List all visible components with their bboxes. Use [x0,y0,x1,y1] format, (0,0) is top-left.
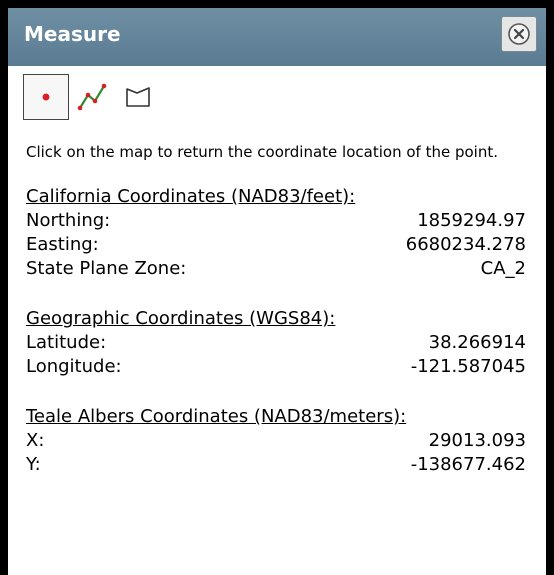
close-button[interactable] [501,16,537,52]
geographic-title: Geographic Coordinates (WGS84): [26,308,336,329]
point-tool-button[interactable] [23,74,69,120]
northing-value: 1859294.97 [417,210,526,231]
measure-results: Click on the map to return the coordinat… [26,142,526,503]
y-label: Y: [26,454,41,475]
northing-label: Northing: [26,210,111,231]
panel-header: Measure [8,8,546,66]
polygon-icon [126,87,150,107]
easting-value: 6680234.278 [405,234,526,255]
y-value: -138677.462 [410,454,526,475]
measure-toolbar [8,66,546,126]
point-icon [41,92,51,102]
zone-label: State Plane Zone: [26,258,187,279]
latitude-label: Latitude: [26,332,107,353]
y-row: Y: -138677.462 [26,453,526,477]
easting-row: Easting: 6680234.278 [26,233,526,257]
california-section: California Coordinates (NAD83/feet): Nor… [26,185,526,281]
instructions-text: Click on the map to return the coordinat… [26,143,498,161]
close-circle-icon [508,23,530,45]
teale-title: Teale Albers Coordinates (NAD83/meters): [26,406,407,427]
line-tool-button[interactable] [69,74,115,120]
california-title: California Coordinates (NAD83/feet): [26,186,356,207]
longitude-value: -121.587045 [410,356,526,377]
easting-label: Easting: [26,234,99,255]
geographic-section: Geographic Coordinates (WGS84): Latitude… [26,307,526,379]
latitude-row: Latitude: 38.266914 [26,331,526,355]
x-label: X: [26,430,45,451]
northing-row: Northing: 1859294.97 [26,209,526,233]
polyline-icon [77,83,107,111]
latitude-value: 38.266914 [428,332,526,353]
teale-section: Teale Albers Coordinates (NAD83/meters):… [26,405,526,477]
longitude-row: Longitude: -121.587045 [26,355,526,379]
x-row: X: 29013.093 [26,429,526,453]
zone-value: CA_2 [480,258,526,279]
zone-row: State Plane Zone: CA_2 [26,257,526,281]
longitude-label: Longitude: [26,356,122,377]
area-tool-button[interactable] [115,74,161,120]
x-value: 29013.093 [428,430,526,451]
panel-title: Measure [24,22,121,46]
